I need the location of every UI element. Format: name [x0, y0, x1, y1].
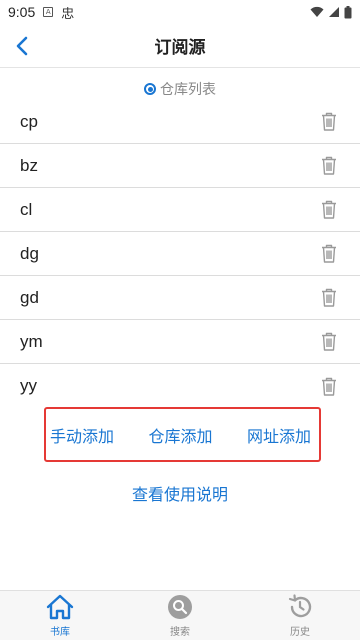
source-name: dg	[20, 243, 39, 263]
notification-a-icon: A	[43, 7, 54, 17]
trash-icon	[322, 200, 336, 219]
delete-source-button[interactable]	[318, 287, 340, 309]
source-item-cp[interactable]: cp	[0, 100, 360, 144]
manual-add-button[interactable]: 手动添加	[50, 423, 114, 447]
delete-source-button[interactable]	[318, 199, 340, 221]
nav-item-search[interactable]: 搜索	[120, 591, 240, 640]
source-item-cl[interactable]: cl	[0, 188, 360, 232]
delete-source-button[interactable]	[318, 243, 340, 265]
battery-icon	[344, 5, 352, 18]
delete-source-button[interactable]	[318, 375, 340, 397]
trash-icon	[322, 244, 336, 263]
nav-label: 书库	[50, 627, 70, 638]
trash-icon	[322, 288, 336, 307]
add-actions-group: 手动添加 仓库添加 网址添加	[44, 407, 321, 462]
source-name: gd	[20, 287, 39, 307]
status-left: 9:05 A 忠	[8, 3, 74, 22]
signal-icon	[329, 7, 339, 17]
source-name: yy	[20, 376, 37, 395]
delete-source-button[interactable]	[318, 331, 340, 353]
source-name: cp	[20, 111, 38, 131]
trash-icon	[322, 332, 336, 351]
url-add-button[interactable]: 网址添加	[247, 423, 311, 447]
home-icon	[46, 593, 74, 621]
nav-item-library[interactable]: 书库	[0, 591, 120, 640]
trash-icon	[322, 112, 336, 131]
wifi-icon	[310, 6, 324, 17]
nav-item-history[interactable]: 历史	[240, 591, 360, 640]
chevron-left-icon	[16, 36, 28, 56]
source-item-dg[interactable]: dg	[0, 232, 360, 276]
source-item-yy[interactable]: yy	[0, 364, 360, 408]
search-icon	[166, 593, 194, 621]
repo-list-radio[interactable]: 仓库列表	[0, 78, 360, 100]
status-right	[310, 5, 352, 19]
source-item-gd[interactable]: gd	[0, 276, 360, 320]
status-time: 9:05	[8, 4, 36, 20]
notification-app-icon: 忠	[61, 6, 75, 22]
source-item-ym[interactable]: ym	[0, 320, 360, 364]
help-link[interactable]: 查看使用说明	[0, 481, 360, 505]
source-list: cp bz cl dg gd ym yy	[0, 100, 360, 408]
repo-list-label: 仓库列表	[160, 82, 216, 98]
source-name: cl	[20, 199, 33, 219]
nav-label: 搜索	[170, 627, 190, 638]
delete-source-button[interactable]	[318, 111, 340, 133]
radio-selected-icon	[144, 83, 156, 95]
status-bar: 9:05 A 忠	[0, 0, 360, 24]
app-bar: 订阅源	[0, 24, 360, 68]
bottom-nav: 书库 搜索 历史	[0, 590, 360, 640]
trash-icon	[322, 377, 336, 396]
source-name: ym	[20, 331, 43, 351]
trash-icon	[322, 156, 336, 175]
repo-add-button[interactable]: 仓库添加	[148, 423, 212, 447]
source-item-bz[interactable]: bz	[0, 144, 360, 188]
history-icon	[286, 593, 314, 621]
delete-source-button[interactable]	[318, 155, 340, 177]
source-name: bz	[20, 155, 38, 175]
nav-label: 历史	[290, 627, 310, 638]
back-button[interactable]	[8, 32, 36, 60]
page-title: 订阅源	[154, 38, 206, 58]
